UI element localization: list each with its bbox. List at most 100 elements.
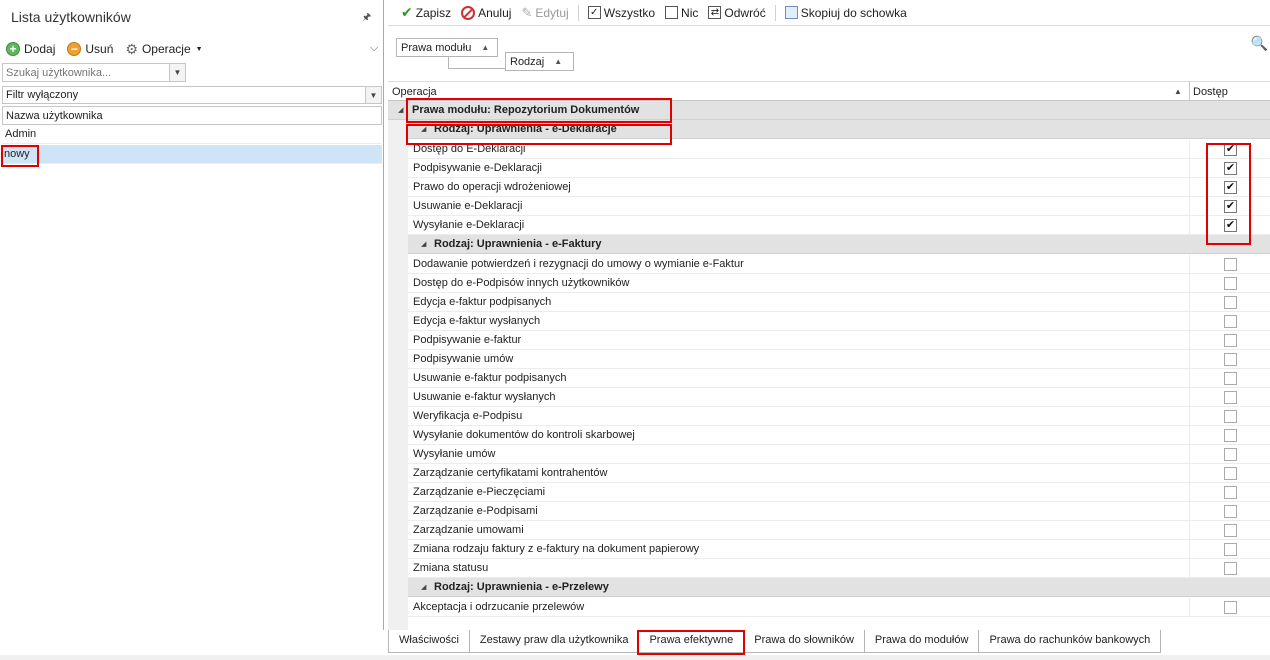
collapse-icon[interactable]: ◢ bbox=[421, 125, 426, 133]
module-group-row[interactable]: ◢ Prawa modułu: Repozytorium Dokumentów bbox=[388, 101, 1270, 120]
permission-name: Edycja e-faktur podpisanych bbox=[413, 296, 552, 308]
permission-row[interactable]: Dostęp do E-Deklaracji ✔ bbox=[408, 140, 1270, 159]
access-checkbox[interactable] bbox=[1224, 448, 1237, 461]
operations-menu-button[interactable]: ⚙ Operacje ▼ bbox=[125, 41, 202, 58]
tab-bank-account-permissions[interactable]: Prawa do rachunków bankowych bbox=[978, 630, 1162, 653]
pin-icon[interactable]: 🖈 bbox=[362, 10, 371, 27]
access-checkbox[interactable] bbox=[1224, 372, 1237, 385]
checkmark-icon: ✔ bbox=[401, 4, 413, 20]
access-checkbox[interactable] bbox=[1224, 353, 1237, 366]
access-checkbox[interactable]: ✔ bbox=[1224, 200, 1237, 213]
permission-name: Zarządzanie e-Pieczęciami bbox=[413, 486, 546, 498]
tab-properties[interactable]: Właściwości bbox=[388, 630, 470, 653]
permission-name: Podpisywanie e-faktur bbox=[413, 334, 522, 346]
access-checkbox[interactable] bbox=[1224, 410, 1237, 423]
type-group-row[interactable]: ◢ Rodzaj: Uprawnienia - e-Przelewy bbox=[408, 578, 1270, 597]
access-checkbox[interactable] bbox=[1224, 486, 1237, 499]
edit-button[interactable]: ✎ Edytuj bbox=[516, 2, 573, 24]
access-checkbox[interactable] bbox=[1224, 467, 1237, 480]
tab-dictionary-permissions[interactable]: Prawa do słowników bbox=[743, 630, 865, 653]
permission-row[interactable]: Usuwanie e-faktur podpisanych bbox=[408, 369, 1270, 388]
column-header-operation[interactable]: Operacja bbox=[392, 86, 437, 98]
permission-row[interactable]: Dodawanie potwierdzeń i rezygnacji do um… bbox=[408, 255, 1270, 274]
access-checkbox[interactable] bbox=[1224, 543, 1237, 556]
permission-row[interactable]: Wysyłanie dokumentów do kontroli skarbow… bbox=[408, 426, 1270, 445]
permission-row[interactable]: Zarządzanie certyfikatami kontrahentów bbox=[408, 464, 1270, 483]
cell-divider bbox=[1189, 159, 1190, 178]
access-checkbox[interactable]: ✔ bbox=[1224, 143, 1237, 156]
access-checkbox[interactable] bbox=[1224, 258, 1237, 271]
clipboard-icon bbox=[784, 6, 798, 19]
collapse-icon[interactable]: ◢ bbox=[421, 583, 426, 591]
permission-row[interactable]: Wysyłanie e-Deklaracji ✔ bbox=[408, 216, 1270, 235]
group-chip-type[interactable]: Rodzaj ▲ bbox=[505, 52, 574, 71]
access-checkbox[interactable] bbox=[1224, 296, 1237, 309]
permission-row[interactable]: Zmiana rodzaju faktury z e-faktury na do… bbox=[408, 540, 1270, 559]
permission-row[interactable]: Prawo do operacji wdrożeniowej ✔ bbox=[408, 178, 1270, 197]
access-checkbox[interactable] bbox=[1224, 524, 1237, 537]
permission-row[interactable]: Podpisywanie e-Deklaracji ✔ bbox=[408, 159, 1270, 178]
permission-row[interactable]: Podpisywanie umów bbox=[408, 350, 1270, 369]
add-user-button[interactable]: + Dodaj bbox=[6, 42, 55, 56]
user-row-admin[interactable]: Admin bbox=[2, 125, 382, 144]
permission-row[interactable]: Edycja e-faktur wysłanych bbox=[408, 312, 1270, 331]
tab-permission-sets[interactable]: Zestawy praw dla użytkownika bbox=[468, 630, 640, 653]
user-list-toolbar: + Dodaj − Usuń ⚙ Operacje ▼ bbox=[6, 40, 203, 58]
permission-row[interactable]: Wysyłanie umów bbox=[408, 445, 1270, 464]
invert-selection-button[interactable]: ⇄ Odwróć bbox=[703, 2, 770, 24]
tab-module-permissions[interactable]: Prawa do modułów bbox=[863, 630, 980, 653]
group-chip-module[interactable]: Prawa modułu ▲ bbox=[396, 38, 498, 57]
permission-row[interactable]: Usuwanie e-faktur wysłanych bbox=[408, 388, 1270, 407]
type-group-row[interactable]: ◢ Rodzaj: Uprawnienia - e-Faktury bbox=[408, 235, 1270, 254]
access-checkbox[interactable] bbox=[1224, 601, 1237, 614]
save-button[interactable]: ✔ Zapisz bbox=[396, 2, 456, 24]
permission-row[interactable]: Zarządzanie e-Podpisami bbox=[408, 502, 1270, 521]
access-checkbox[interactable] bbox=[1224, 391, 1237, 404]
access-checkbox[interactable]: ✔ bbox=[1224, 181, 1237, 194]
user-search-input[interactable] bbox=[3, 64, 169, 81]
search-dropdown-button[interactable]: ▼ bbox=[169, 64, 185, 81]
remove-label: Usuń bbox=[85, 42, 114, 56]
collapse-icon[interactable]: ◢ bbox=[421, 240, 426, 248]
search-icon[interactable]: 🔍 bbox=[1251, 35, 1268, 52]
user-column-header[interactable]: Nazwa użytkownika bbox=[2, 106, 382, 125]
permission-row[interactable]: Weryfikacja e-Podpisu bbox=[408, 407, 1270, 426]
cell-divider bbox=[1189, 502, 1190, 521]
copy-to-clipboard-button[interactable]: Skopiuj do schowka bbox=[780, 2, 912, 24]
user-row-nowy[interactable]: nowy bbox=[1, 145, 382, 167]
permission-row[interactable]: Dostęp do e-Podpisów innych użytkowników bbox=[408, 274, 1270, 293]
chevron-down-icon[interactable]: ⌵ bbox=[370, 42, 378, 55]
access-checkbox[interactable] bbox=[1224, 315, 1237, 328]
access-checkbox[interactable]: ✔ bbox=[1224, 162, 1237, 175]
permission-name: Usuwanie e-Deklaracji bbox=[413, 200, 523, 212]
access-checkbox[interactable] bbox=[1224, 562, 1237, 575]
access-checkbox[interactable] bbox=[1224, 277, 1237, 290]
permission-name: Wysyłanie umów bbox=[413, 448, 496, 460]
permission-row[interactable]: Akceptacja i odrzucanie przelewów bbox=[408, 598, 1270, 617]
type-group-row[interactable]: ◢ Rodzaj: Uprawnienia - e-Deklaracje bbox=[408, 120, 1270, 139]
tab-effective-permissions[interactable]: Prawa efektywne bbox=[637, 630, 745, 655]
filter-value: Filtr wyłączony bbox=[6, 89, 79, 101]
access-checkbox[interactable] bbox=[1224, 334, 1237, 347]
cancel-button[interactable]: Anuluj bbox=[456, 2, 516, 24]
column-header-access[interactable]: Dostęp bbox=[1193, 86, 1228, 98]
collapse-icon[interactable]: ◢ bbox=[398, 106, 403, 114]
sort-up-icon[interactable]: ▲ bbox=[1174, 87, 1182, 96]
filter-dropdown-button[interactable]: ▼ bbox=[365, 87, 381, 103]
permission-row[interactable]: Zarządzanie umowami bbox=[408, 521, 1270, 540]
access-checkbox[interactable] bbox=[1224, 429, 1237, 442]
status-strip bbox=[0, 655, 1270, 660]
permission-row[interactable]: Zarządzanie e-Pieczęciami bbox=[408, 483, 1270, 502]
remove-user-button[interactable]: − Usuń bbox=[67, 42, 113, 56]
permission-row[interactable]: Usuwanie e-Deklaracji ✔ bbox=[408, 197, 1270, 216]
checkbox-checked-icon: ✓ bbox=[587, 6, 601, 19]
access-checkbox[interactable]: ✔ bbox=[1224, 219, 1237, 232]
filter-select[interactable]: Filtr wyłączony ▼ bbox=[2, 86, 382, 104]
permission-row[interactable]: Podpisywanie e-faktur bbox=[408, 331, 1270, 350]
select-all-button[interactable]: ✓ Wszystko bbox=[583, 2, 660, 24]
panel-title: Lista użytkowników bbox=[11, 9, 131, 25]
select-none-button[interactable]: Nic bbox=[660, 2, 703, 24]
access-checkbox[interactable] bbox=[1224, 505, 1237, 518]
permission-row[interactable]: Zmiana statusu bbox=[408, 559, 1270, 578]
permission-row[interactable]: Edycja e-faktur podpisanych bbox=[408, 293, 1270, 312]
